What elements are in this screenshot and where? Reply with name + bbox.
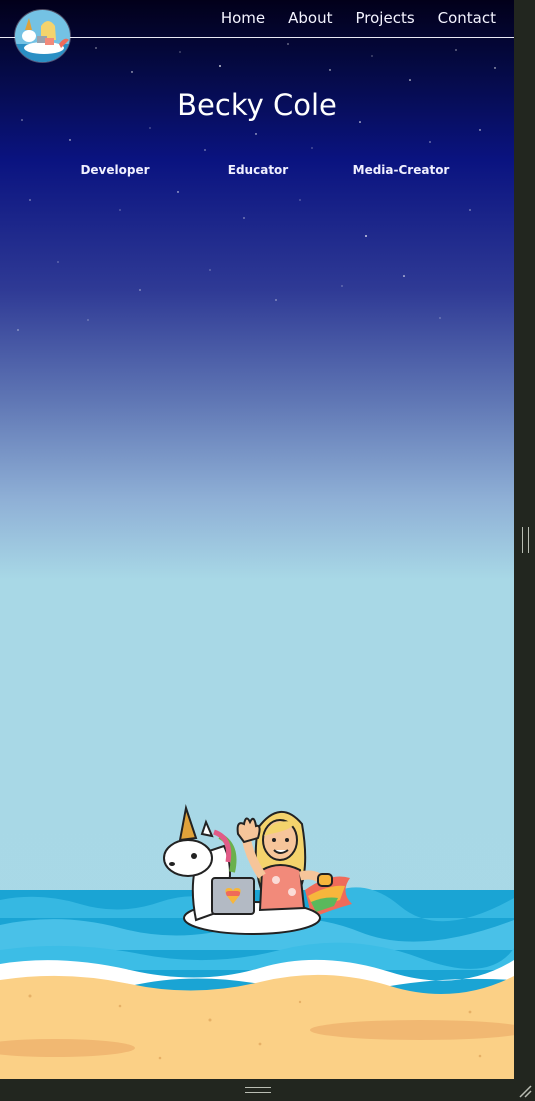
site-title: Becky Cole bbox=[177, 88, 337, 122]
scrollbar-grip-icon[interactable] bbox=[522, 527, 529, 553]
role-media-creator: Media-Creator bbox=[352, 163, 450, 177]
starfield bbox=[17, 43, 496, 331]
horizontal-grip-icon[interactable] bbox=[245, 1087, 271, 1093]
unicorn-logo-icon[interactable] bbox=[15, 10, 70, 62]
role-educator: Educator bbox=[227, 163, 289, 177]
page-viewport: Home About Projects Contact Becky Cole D… bbox=[0, 0, 514, 1079]
nav-home-link[interactable]: Home bbox=[221, 9, 265, 27]
beach-illustration bbox=[0, 804, 514, 1079]
top-nav-bar: Home About Projects Contact bbox=[0, 0, 514, 62]
horizontal-scrollbar[interactable] bbox=[0, 1079, 514, 1101]
nav-projects-link[interactable]: Projects bbox=[356, 9, 415, 27]
nav-about-link[interactable]: About bbox=[288, 9, 332, 27]
nav-contact-link[interactable]: Contact bbox=[438, 9, 496, 27]
main-nav: Home About Projects Contact bbox=[221, 9, 496, 27]
vertical-scrollbar[interactable] bbox=[514, 0, 535, 1101]
resize-handle-icon[interactable] bbox=[517, 1083, 532, 1098]
role-developer: Developer bbox=[80, 163, 150, 177]
